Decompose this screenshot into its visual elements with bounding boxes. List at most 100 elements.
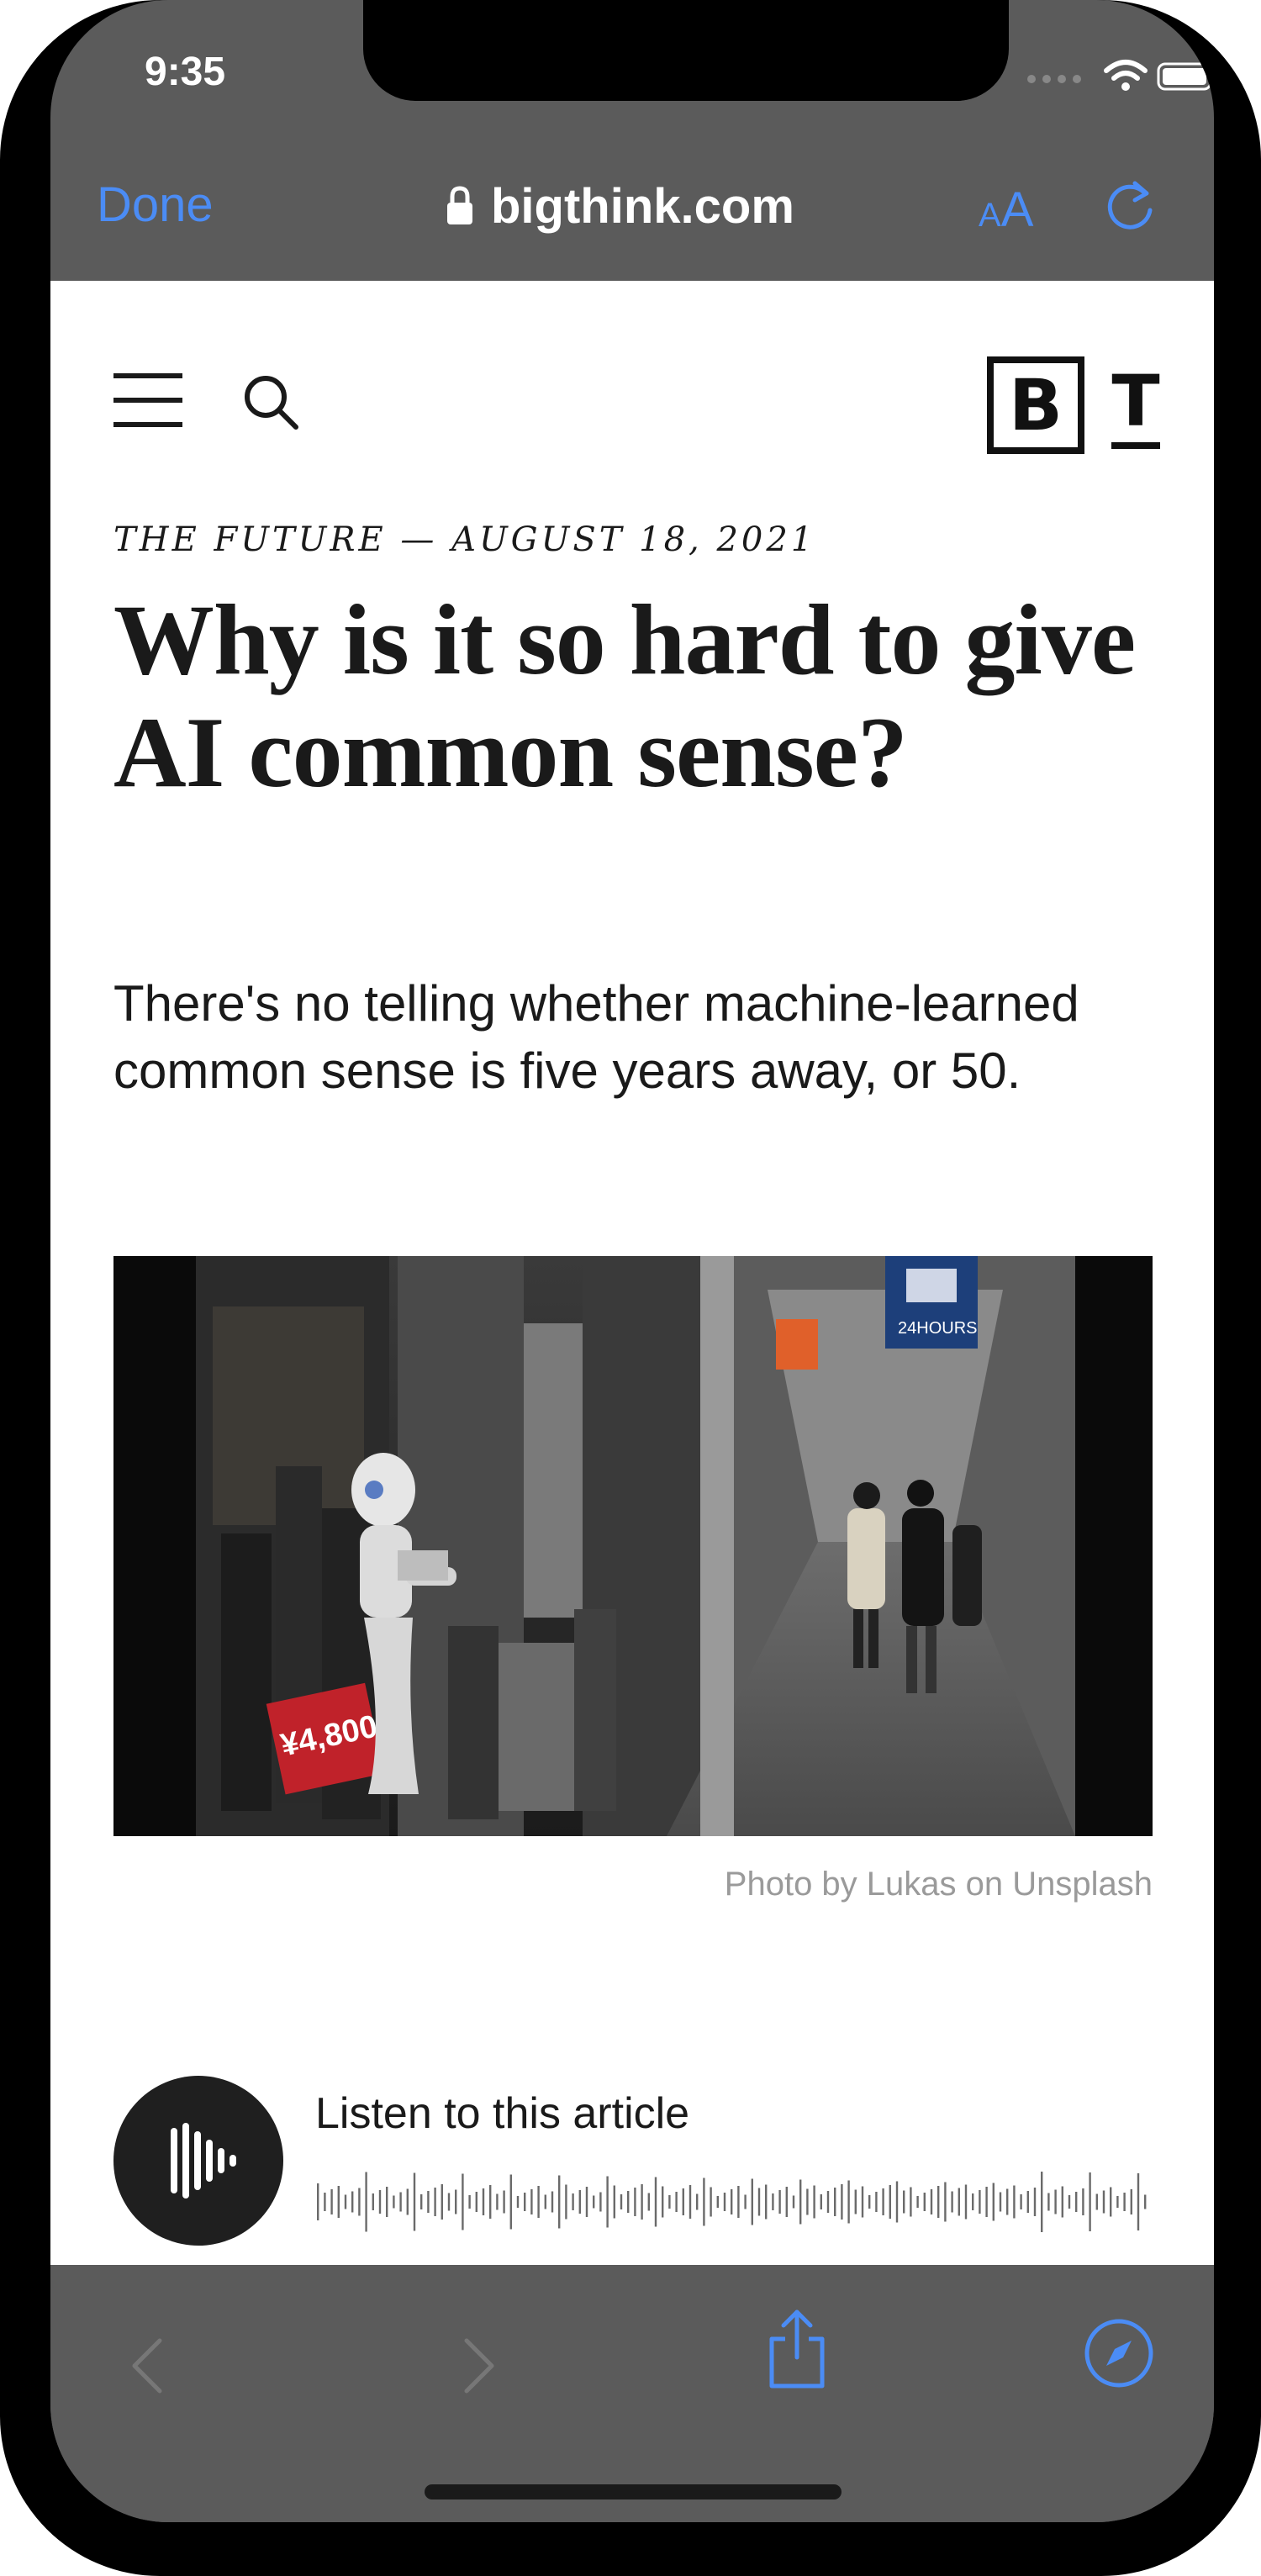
waveform-bar (462, 2173, 464, 2230)
url-text: bigthink.com (491, 178, 794, 234)
photo-sign-24hours: 24HOURS (898, 1319, 977, 1338)
listen-play-button[interactable] (113, 2076, 283, 2246)
waveform-bar (530, 2189, 533, 2214)
waveform-bar (1095, 2193, 1098, 2210)
waveform-bar (895, 2181, 899, 2223)
waveform-bar (365, 2172, 367, 2232)
status-time: 9:35 (145, 50, 226, 94)
hamburger-icon[interactable] (113, 373, 182, 427)
waveform-bar (765, 2184, 768, 2220)
waveform-bar (399, 2192, 402, 2212)
waveform-bar (1110, 2187, 1112, 2217)
address-bar[interactable]: bigthink.com (446, 177, 794, 235)
waveform-bar (585, 2187, 588, 2217)
waveform-bar (861, 2186, 864, 2218)
photo-credit: Photo by Lukas on Unsplash (724, 1866, 1153, 1903)
text-size-button[interactable]: AA (979, 182, 1033, 238)
waveform-bar (751, 2178, 753, 2225)
waveform-bar (324, 2193, 326, 2211)
waveform-bar (1041, 2172, 1043, 2232)
waveform-bar (606, 2176, 609, 2228)
waveform-bar (1123, 2193, 1126, 2211)
waveform-bar (641, 2184, 643, 2220)
reload-icon[interactable] (1101, 177, 1160, 235)
waveform-bar (868, 2195, 871, 2209)
signal-icon (1027, 71, 1095, 83)
waveform-bar (1089, 2172, 1091, 2231)
waveform-bar (330, 2189, 333, 2214)
waveform-bar (358, 2188, 361, 2216)
waveform-bar (420, 2194, 423, 2209)
chevron-left-icon[interactable] (118, 2332, 177, 2399)
waveform-bar (344, 2194, 347, 2209)
waveform-bar (524, 2193, 526, 2211)
waveform-bar (593, 2195, 595, 2209)
waveform-bar (1054, 2189, 1057, 2214)
waveform-bar (682, 2188, 684, 2215)
waveform-bar (696, 2193, 699, 2210)
waveform-bar (578, 2190, 581, 2214)
waveform-bar (847, 2180, 850, 2224)
article-kicker: THE FUTURE — AUGUST 18, 2021 (113, 520, 816, 559)
wifi-icon (1104, 60, 1148, 91)
waveform-bar (351, 2191, 354, 2213)
waveform-bar (1137, 2173, 1140, 2230)
waveform-bar (627, 2191, 630, 2213)
phone-frame: 9:35 Done bigthink.com AA B T THE FUTURE… (0, 0, 1261, 2576)
browser-top-bar: Done bigthink.com AA (50, 143, 1214, 281)
done-button[interactable]: Done (97, 177, 214, 233)
waveform-bar (317, 2183, 319, 2220)
waveform-bar (731, 2189, 733, 2214)
waveform-bar (393, 2195, 395, 2209)
article-dek: There's no telling whether machine-learn… (113, 975, 1079, 1099)
site-logo[interactable]: B T (987, 356, 1170, 454)
chevron-right-icon[interactable] (450, 2332, 509, 2399)
share-icon[interactable] (763, 2307, 831, 2391)
search-icon[interactable] (240, 372, 301, 432)
waveform-bar (565, 2184, 567, 2220)
waveform-bar (516, 2196, 520, 2208)
waveform-bar (985, 2187, 988, 2217)
waveform-bar (509, 2174, 512, 2230)
listen-label: Listen to this article (315, 2089, 690, 2138)
waveform-bar (675, 2192, 678, 2212)
waveform-bar (820, 2194, 822, 2209)
waveform-bar (841, 2184, 843, 2220)
waveform-bar (813, 2185, 815, 2219)
waveform-bar (910, 2187, 912, 2217)
waveform-bar (1013, 2185, 1016, 2219)
compass-icon[interactable] (1081, 2315, 1157, 2391)
waveform-bar (826, 2191, 830, 2213)
waveform-bar (937, 2186, 940, 2218)
waveform-bar (882, 2188, 884, 2215)
waveform-bar (1144, 2194, 1147, 2209)
waveform-bar (378, 2190, 382, 2214)
waveform-bar (703, 2177, 705, 2226)
notch (363, 0, 1009, 101)
waveform-bar (613, 2185, 615, 2219)
waveform-bar (427, 2191, 430, 2213)
audio-waveform-icon (171, 2123, 236, 2199)
waveform-bar (482, 2188, 485, 2215)
waveform-bar (916, 2196, 919, 2208)
waveform-bar (792, 2195, 795, 2209)
waveform-bar (489, 2185, 492, 2219)
logo-underline (1111, 442, 1160, 449)
logo-t: T (1111, 360, 1160, 442)
waveform-bar (951, 2191, 953, 2213)
waveform-bar (1068, 2195, 1071, 2209)
waveform-bar (979, 2190, 981, 2214)
waveform-bar (496, 2193, 499, 2210)
home-indicator[interactable] (425, 2484, 842, 2499)
waveform-bar (337, 2186, 340, 2218)
audio-waveform[interactable] (315, 2168, 1153, 2236)
logo-b: B (987, 356, 1084, 454)
waveform-bar (1047, 2193, 1050, 2211)
article-headline: Why is it so hard to give AI common sens… (113, 583, 1136, 808)
waveform-bar (799, 2179, 802, 2225)
waveform-bar (972, 2193, 974, 2210)
waveform-bar (668, 2195, 671, 2209)
waveform-bar (1075, 2192, 1078, 2212)
waveform-bar (558, 2175, 561, 2229)
waveform-bar (662, 2186, 664, 2218)
